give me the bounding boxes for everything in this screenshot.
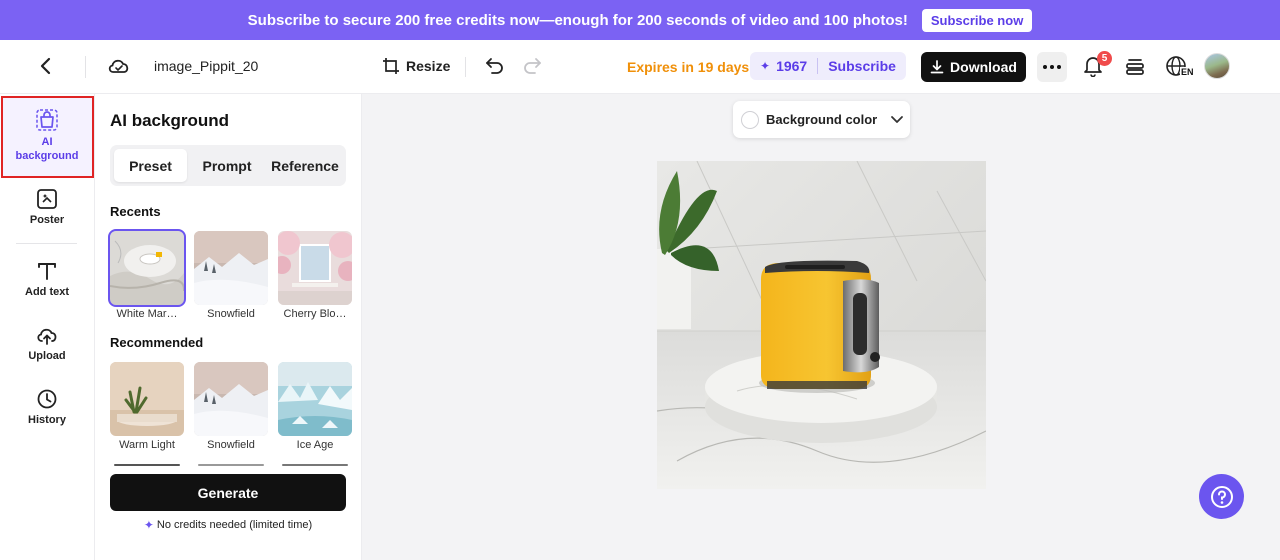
rail-item-add-text[interactable]: Add text: [0, 260, 94, 299]
tab-preset[interactable]: Preset: [114, 149, 187, 182]
preset-label: White Mar…: [116, 308, 178, 320]
preset-thumb-warm-light[interactable]: [110, 362, 184, 436]
rail-label-history: History: [28, 414, 66, 426]
rail-divider: [16, 243, 77, 244]
next-row-hint: [198, 464, 264, 466]
preset-thumb-snowfield-2[interactable]: [194, 362, 268, 436]
resize-label: Resize: [406, 58, 451, 74]
header-divider-2: [465, 57, 466, 77]
subscribe-now-button[interactable]: Subscribe now: [921, 8, 1033, 32]
language-code: EN: [1180, 67, 1195, 77]
resize-button[interactable]: Resize: [382, 57, 450, 75]
credits-note: ✦ No credits needed (limited time): [110, 518, 346, 532]
rail-item-upload[interactable]: Upload: [0, 324, 94, 363]
cherry-blossom-thumbnail: [278, 231, 352, 305]
sparkle-icon: ✦: [760, 59, 771, 73]
white-marble-thumbnail: [110, 231, 184, 305]
rail-label-add-text: Add text: [25, 286, 69, 298]
toaster-product-image: [657, 161, 986, 489]
notification-badge: 5: [1097, 51, 1112, 66]
resize-icon: [383, 58, 399, 74]
undo-icon[interactable]: [485, 57, 505, 75]
credits-note-text: No credits needed (limited time): [156, 519, 313, 531]
rail-item-history[interactable]: History: [0, 388, 94, 427]
preset-thumb-cherry-blossom[interactable]: [278, 231, 352, 305]
recents-title: Recents: [110, 204, 161, 219]
chevron-down-icon: [891, 115, 904, 123]
layers-icon[interactable]: [1125, 57, 1145, 77]
warm-light-thumbnail: [110, 362, 184, 436]
header-subscribe-link[interactable]: Subscribe: [828, 58, 896, 74]
rail-item-poster[interactable]: Poster: [0, 188, 94, 227]
question-icon: [1210, 485, 1233, 508]
file-name[interactable]: image_Pippit_20: [154, 58, 258, 74]
cloud-upload-icon: [37, 328, 57, 345]
preset-label: Snowfield: [207, 439, 255, 451]
tab-prompt[interactable]: Prompt: [192, 149, 262, 182]
next-row-hint: [114, 464, 180, 466]
snowfield-thumbnail: [194, 362, 268, 436]
generate-button[interactable]: Generate: [110, 474, 346, 511]
recommended-title: Recommended: [110, 335, 204, 350]
preset-thumb-snowfield[interactable]: [194, 231, 268, 305]
canvas-image[interactable]: [657, 161, 986, 489]
clock-icon: [37, 389, 57, 409]
background-color-dropdown[interactable]: Background color: [733, 101, 910, 138]
rail-item-ai-background[interactable]: AI background: [0, 108, 94, 163]
text-icon: [38, 263, 56, 280]
back-icon[interactable]: [36, 56, 56, 76]
credit-count: 1967: [776, 58, 808, 74]
tool-rail: AI background Poster Add text Upload His…: [0, 94, 95, 560]
avatar[interactable]: [1204, 53, 1230, 79]
rail-label-upload: Upload: [28, 350, 66, 362]
bag-frame-icon: [36, 109, 58, 131]
expiry-notice: Expires in 19 days: [627, 59, 750, 75]
header-divider: [85, 56, 86, 78]
preset-thumb-white-marble[interactable]: [108, 229, 186, 307]
panel-title: AI background: [110, 111, 230, 130]
mode-tabs: Preset Prompt Reference: [110, 145, 346, 186]
color-swatch: [741, 110, 759, 129]
rail-label-ai-background: AI background: [15, 136, 79, 162]
notification-bell[interactable]: 5: [1083, 51, 1112, 77]
promo-banner: Subscribe to secure 200 free credits now…: [0, 0, 1280, 40]
help-button[interactable]: [1199, 474, 1244, 519]
more-options-icon[interactable]: [1037, 52, 1067, 82]
language-switcher[interactable]: EN: [1165, 55, 1195, 77]
ice-age-thumbnail: [278, 362, 352, 436]
download-icon: [930, 60, 944, 74]
poster-icon: [37, 189, 57, 209]
credits-pill[interactable]: ✦ 1967 Subscribe: [750, 52, 906, 80]
top-header: image_Pippit_20 Resize Expires in 19 day…: [0, 40, 1280, 94]
next-row-hint: [282, 464, 348, 466]
preset-label: Warm Light: [119, 439, 175, 451]
promo-text: Subscribe to secure 200 free credits now…: [247, 11, 908, 29]
cloud-sync-icon[interactable]: [107, 55, 131, 77]
preset-label: Ice Age: [296, 439, 334, 451]
redo-icon[interactable]: [522, 57, 542, 75]
download-button[interactable]: Download: [921, 52, 1026, 82]
ai-background-panel: AI background Preset Prompt Reference Re…: [95, 94, 362, 560]
avatar-image: [1204, 53, 1230, 79]
preset-label: Cherry Blo…: [283, 308, 347, 320]
snowfield-thumbnail: [194, 231, 268, 305]
preset-label: Snowfield: [207, 308, 255, 320]
sparkle-icon: ✦: [143, 518, 154, 532]
rail-label-poster: Poster: [29, 214, 65, 226]
background-color-label: Background color: [766, 112, 878, 127]
tab-reference[interactable]: Reference: [266, 149, 344, 182]
credit-separator: [817, 58, 819, 74]
preset-thumb-ice-age[interactable]: [278, 362, 352, 436]
